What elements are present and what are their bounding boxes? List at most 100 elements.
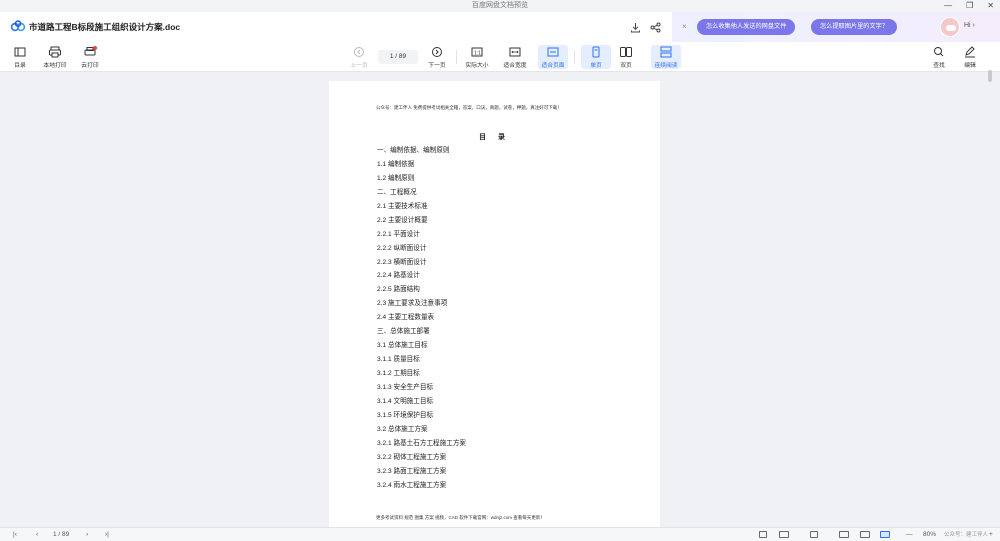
bottom-bar: |‹ ‹ 1 / 89 › ›| — 80% 公众号：建工伴人 +: [0, 527, 1000, 541]
toc-entry: 3.1.2 工期目标: [377, 370, 420, 377]
zoom-out-button[interactable]: —: [906, 530, 913, 540]
toc-entry: 3.2.4 雨水工程施工方案: [377, 481, 447, 489]
page-header-text: 公众号：建工伴人 免费提供考试相关全籍，答案，口诀，真题，试卷，押题，真注好可下…: [376, 105, 562, 110]
toc-entry: 3.2.3 路面工程施工方案: [377, 467, 447, 475]
page-footer-text: 更多考试资料 规范 图集 方案 视频，CAD 软件下载官网：wdnjz.com …: [376, 515, 545, 520]
actual-size-label: 实际大小: [465, 63, 489, 69]
suggestion-pill-extract-text[interactable]: 怎么提取图片里的文字？: [811, 19, 898, 35]
actual-size-button[interactable]: 1:1 实际大小: [464, 46, 490, 69]
minimize-button[interactable]: —: [944, 0, 952, 12]
edit-label: 编辑: [964, 63, 976, 69]
toc-icon: [13, 46, 27, 58]
toc-entry: 3.1.4 文明施工目标: [377, 397, 434, 405]
toc-entry: 2.2.3 横断面设计: [377, 258, 427, 266]
toc-label: 目录: [14, 63, 26, 69]
fit-page-icon: [546, 46, 560, 58]
double-page-icon: [619, 46, 633, 58]
share-icon[interactable]: [648, 20, 662, 34]
last-page-button[interactable]: ›|: [105, 530, 109, 540]
toc-entry: 2.2.4 路基设计: [377, 272, 420, 280]
next-page-label: 下一页: [428, 63, 446, 69]
cloud-print-icon: [83, 46, 97, 58]
assistant-close-button[interactable]: ×: [682, 22, 687, 31]
fit-width-icon: [508, 46, 522, 58]
toc-entry: 2.2.1 平面设计: [377, 230, 420, 238]
edit-button[interactable]: 编辑: [957, 46, 983, 69]
local-print-label: 本地打印: [43, 63, 67, 69]
search-button[interactable]: 查找: [926, 46, 952, 69]
assistant-avatar[interactable]: [940, 17, 960, 37]
toc-entry: 二、工程概况: [377, 188, 417, 196]
restore-button[interactable]: ❐: [966, 0, 973, 12]
prev-page-label: 上一页: [350, 63, 368, 69]
next-page-button[interactable]: 下一页: [424, 46, 450, 69]
toc-entry: 1.1 编制依据: [377, 160, 415, 168]
watermark-text: 公众号：建工伴人: [944, 532, 989, 538]
suggestion-pill-collect-files[interactable]: 怎么收集他人发送的网盘文件: [697, 19, 796, 35]
continuous-view-icon[interactable]: [810, 531, 818, 538]
single-page-icon: [589, 46, 603, 58]
prev-circle-icon: [352, 46, 366, 58]
bottom-page-indicator[interactable]: 1 / 89: [53, 530, 69, 540]
fit-page-view-icon[interactable]: [880, 531, 890, 538]
edit-icon: [963, 46, 977, 58]
window-controls: — ❐ ✕: [944, 0, 994, 12]
toc-entry: 3.2.2 砌体工程施工方案: [377, 453, 447, 461]
toolbar: 目录 本地打印 云打印 上一页 1 / 89 下一页 1:1 实际大小 适合宽度…: [0, 42, 1000, 72]
document-title: 市道路工程B标段施工组织设计方案.doc: [29, 22, 181, 32]
assistant-bar: × 怎么收集他人发送的网盘文件 怎么提取图片里的文字？ Hi ›: [672, 12, 1000, 42]
continuous-read-button[interactable]: 连续阅读: [651, 45, 681, 69]
window-title: 百度网盘文档预览: [472, 2, 528, 9]
fit-width-view-icon[interactable]: [860, 531, 870, 538]
first-page-button[interactable]: |‹: [13, 530, 17, 540]
cloud-print-label: 云打印: [81, 63, 99, 69]
toc-entry: 1.2 编制原则: [377, 174, 415, 182]
fit-page-button[interactable]: 适合页面: [538, 45, 568, 69]
single-page-view-icon[interactable]: [759, 531, 767, 538]
actual-size-view-icon[interactable]: [839, 531, 849, 538]
zoom-level: 80%: [923, 531, 937, 538]
search-label: 查找: [933, 63, 945, 69]
fit-width-button[interactable]: 适合宽度: [502, 46, 528, 69]
toc-entry: 3.1.5 环境保护目标: [377, 411, 434, 419]
single-page-button[interactable]: 单页: [581, 45, 611, 69]
toc-entry: 3.1 总体施工目标: [377, 342, 428, 350]
cloud-print-button[interactable]: 云打印: [77, 46, 103, 69]
toc-entry: 一、编制依据、编制原则: [377, 147, 450, 154]
double-page-label: 双页: [620, 63, 632, 69]
fit-width-label: 适合宽度: [503, 63, 527, 69]
toc-entry: 3.2 总体施工方案: [377, 425, 428, 433]
prev-page-button[interactable]: 上一页: [346, 46, 372, 69]
next-page-small-button[interactable]: ›: [86, 530, 88, 540]
actual-size-icon: 1:1: [470, 46, 484, 58]
next-circle-icon: [430, 46, 444, 58]
vertical-scrollbar[interactable]: [988, 70, 992, 82]
toolbar-divider: [456, 50, 457, 64]
toc-entry: 2.2.2 纵断面设计: [377, 244, 427, 252]
toc-entry: 2.3 施工要求及注意事项: [377, 300, 448, 308]
baidu-netdisk-logo-icon: [10, 20, 26, 32]
page-number-input[interactable]: 1 / 89: [378, 50, 418, 64]
fit-page-label: 适合页面: [541, 63, 565, 69]
download-icon[interactable]: [628, 20, 642, 34]
document-page: 公众号：建工伴人 免费提供考试相关全籍，答案，口诀，真题，试卷，押题，真注好可下…: [329, 81, 660, 527]
toc-entry: 2.2.5 路面结构: [377, 286, 420, 294]
search-icon: [932, 46, 946, 58]
window-titlebar: 百度网盘文档预览 — ❐ ✕: [0, 0, 1000, 12]
table-of-contents: 一、编制依据、编制原则 1.1 编制依据 1.2 编制原则 二、工程概况 2.1 主要技…: [377, 144, 637, 492]
toc-entry: 2.2 主要设计概要: [377, 216, 428, 224]
toc-entry: 3.1.1 质量目标: [377, 356, 420, 364]
zoom-in-button[interactable]: +: [989, 530, 993, 540]
double-page-button[interactable]: 双页: [613, 46, 639, 69]
toolbar-divider: [574, 50, 575, 64]
close-window-button[interactable]: ✕: [987, 0, 994, 12]
assistant-greeting[interactable]: Hi ›: [964, 22, 975, 29]
printer-icon: [48, 46, 62, 58]
svg-text:1:1: 1:1: [474, 50, 481, 56]
prev-page-small-button[interactable]: ‹: [36, 530, 38, 540]
toc-entry: 三、总体施工部署: [377, 328, 430, 336]
local-print-button[interactable]: 本地打印: [42, 46, 68, 69]
toc-button[interactable]: 目录: [7, 46, 33, 69]
double-page-view-icon[interactable]: [779, 531, 789, 538]
toc-entry: 3.1.3 安全生产目标: [377, 383, 434, 391]
